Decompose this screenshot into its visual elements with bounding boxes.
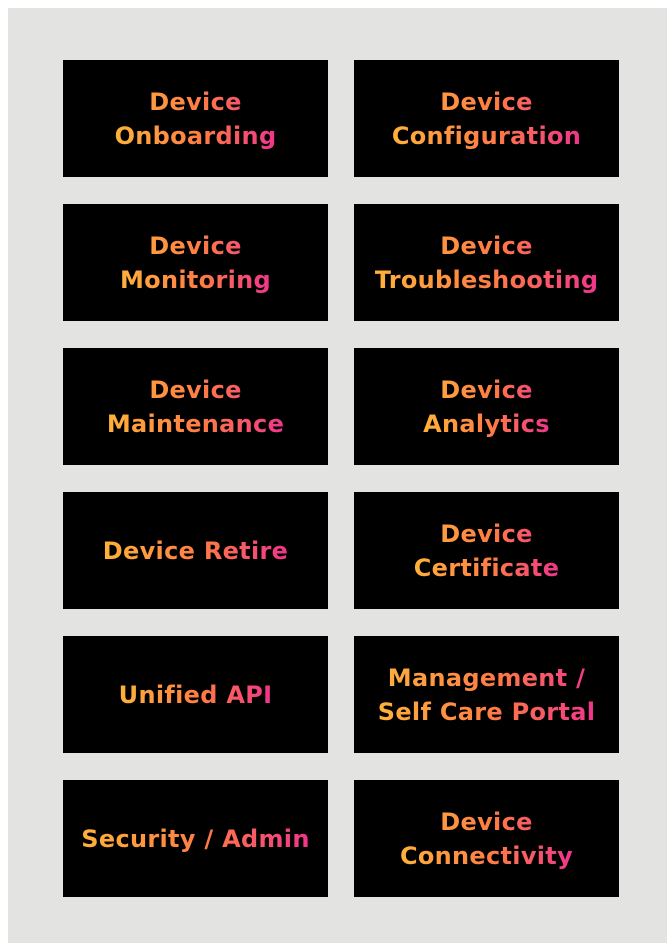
tile-device-retire: Device Retire xyxy=(63,492,328,609)
tile-device-monitoring: Device Monitoring xyxy=(63,204,328,321)
tile-label: Security / Admin xyxy=(81,822,309,856)
tile-label: Unified API xyxy=(119,678,273,712)
tile-device-analytics: Device Analytics xyxy=(354,348,619,465)
tile-device-configuration: Device Configuration xyxy=(354,60,619,177)
tile-device-maintenance: Device Maintenance xyxy=(63,348,328,465)
tile-security-admin: Security / Admin xyxy=(63,780,328,897)
tile-label: Device Analytics xyxy=(423,373,550,441)
diagram-panel: Device Onboarding Device Configuration D… xyxy=(8,8,667,943)
capability-grid: Device Onboarding Device Configuration D… xyxy=(63,60,619,897)
tile-label: Device Configuration xyxy=(392,85,581,153)
tile-label: Device Certificate xyxy=(414,517,560,585)
tile-device-onboarding: Device Onboarding xyxy=(63,60,328,177)
tile-device-troubleshooting: Device Troubleshooting xyxy=(354,204,619,321)
tile-label: Device Troubleshooting xyxy=(375,229,599,297)
tile-label: Management / Self Care Portal xyxy=(378,661,595,729)
tile-label: Device Monitoring xyxy=(120,229,271,297)
tile-label: Device Connectivity xyxy=(400,805,573,873)
tile-device-connectivity: Device Connectivity xyxy=(354,780,619,897)
tile-label: Device Retire xyxy=(103,534,288,568)
tile-management-self-care-portal: Management / Self Care Portal xyxy=(354,636,619,753)
tile-label: Device Onboarding xyxy=(115,85,277,153)
tile-label: Device Maintenance xyxy=(107,373,284,441)
tile-unified-api: Unified API xyxy=(63,636,328,753)
tile-device-certificate: Device Certificate xyxy=(354,492,619,609)
